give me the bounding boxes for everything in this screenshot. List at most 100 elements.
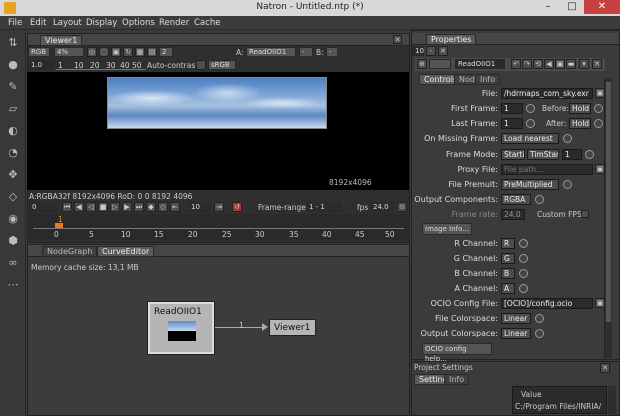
animation-icon[interactable] [526, 104, 535, 113]
image-nodes-icon[interactable]: ● [6, 58, 20, 72]
colorspace-select[interactable]: sRGB [208, 60, 236, 70]
proxy-icon[interactable]: ▤ [147, 47, 157, 57]
project-scrollbar[interactable] [608, 386, 616, 414]
menu-options[interactable]: Options [122, 18, 155, 28]
pane-close-icon[interactable]: ✕ [393, 35, 402, 44]
gain-slider[interactable]: 1 10 20 30 40 50 [56, 61, 146, 70]
auto-contrast-checkbox[interactable] [196, 60, 206, 70]
g-channel-select[interactable]: G [501, 253, 515, 264]
channel-nodes-icon[interactable]: ◐ [6, 124, 20, 138]
input-b-select[interactable]: - [326, 47, 338, 57]
animation-icon[interactable] [594, 104, 603, 113]
input-a-select[interactable]: ReadOIIO1 [246, 47, 296, 57]
file-field[interactable]: /hdrmaps_com_sky.exr [501, 88, 593, 99]
channels-select[interactable]: RGB [28, 47, 50, 57]
custom-fps-checkbox[interactable] [581, 210, 589, 218]
center-node-icon[interactable]: ⊕ [417, 59, 427, 69]
menu-cache[interactable]: Cache [194, 18, 220, 28]
components-select[interactable]: RGBA [501, 194, 531, 205]
frame-increment-field[interactable]: 10 [188, 202, 210, 212]
time-offset-select[interactable]: TimStarting [527, 149, 559, 160]
hide-icon[interactable]: ▬ [566, 59, 576, 69]
next-keyframe-icon[interactable]: ◇ [158, 202, 168, 212]
first-frame-icon[interactable]: ⏮ [62, 202, 72, 212]
fps-field[interactable]: 24.0 [370, 202, 394, 212]
stop-icon[interactable]: ■ [98, 202, 108, 212]
redo-icon[interactable]: ↷ [522, 59, 532, 69]
panel-close-icon[interactable]: ✕ [592, 59, 602, 69]
animation-icon[interactable] [526, 119, 535, 128]
minimize-all-icon[interactable]: - [426, 46, 436, 56]
before-select[interactable]: Hold [569, 103, 591, 114]
read-node[interactable]: ReadOIIO1 [147, 301, 215, 355]
browse-file-icon[interactable]: ▣ [595, 88, 605, 98]
prev-keyframe-icon[interactable]: ◆ [146, 202, 156, 212]
premult-select[interactable]: PreMultiplied [501, 179, 559, 190]
current-frame-field[interactable]: 0 [29, 202, 57, 212]
tab-nodegraph[interactable]: NodeGraph [42, 246, 98, 257]
animation-icon[interactable] [519, 254, 528, 263]
color-nodes-icon[interactable]: ◔ [6, 146, 20, 160]
after-select[interactable]: Hold [569, 118, 591, 129]
frame-mode-select[interactable]: Starting [501, 149, 525, 160]
animation-icon[interactable] [535, 329, 544, 338]
animation-icon[interactable] [519, 284, 528, 293]
draw-nodes-icon[interactable]: ✎ [6, 80, 20, 94]
frame-rate-field[interactable]: 24.0 [501, 209, 525, 220]
close-button[interactable]: ✕ [584, 0, 620, 14]
time-nodes-icon[interactable]: ▱ [6, 102, 20, 116]
gain-field[interactable]: 1.0 [28, 60, 54, 70]
missing-frame-select[interactable]: Load nearest [501, 133, 559, 144]
prev-frame-icon[interactable]: ◁ [86, 202, 96, 212]
play-forward-icon[interactable]: ▶ [122, 202, 132, 212]
image-info-button[interactable]: Image Info... [422, 223, 472, 235]
b-channel-select[interactable]: B [501, 268, 515, 279]
menu-edit[interactable]: Edit [30, 18, 46, 28]
animation-icon[interactable] [519, 269, 528, 278]
node-name-field[interactable]: ReadOIIO1 [455, 59, 505, 69]
r-channel-select[interactable]: R [501, 238, 515, 249]
panel-menu-icon[interactable]: ▾ [579, 59, 589, 69]
scrollbar-thumb[interactable] [606, 82, 611, 322]
filter-nodes-icon[interactable]: ◉ [6, 212, 20, 226]
animation-icon[interactable] [563, 134, 572, 143]
tab-viewer1[interactable]: Viewer1 [40, 35, 83, 46]
tab-info[interactable]: Info [475, 74, 501, 85]
tab-properties[interactable]: Properties [426, 34, 477, 45]
transform-nodes-icon[interactable]: ✥ [6, 168, 20, 182]
loop-mode-icon[interactable]: ↺ [232, 202, 242, 212]
output-colorspace-select[interactable]: Linear [501, 328, 531, 339]
menu-file[interactable]: File [8, 18, 22, 28]
menu-display[interactable]: Display [86, 18, 117, 28]
menu-layout[interactable]: Layout [53, 18, 82, 28]
close-all-icon[interactable]: ✕ [438, 46, 448, 56]
restore-defaults-icon[interactable]: ⟲ [533, 59, 543, 69]
fps-lock-icon[interactable]: ⊙ [397, 202, 407, 212]
project-close-icon[interactable]: ✕ [600, 363, 610, 373]
auto-turbo-icon[interactable]: ⇅ [6, 36, 20, 50]
animation-icon[interactable] [563, 180, 572, 189]
play-backward-icon[interactable]: ◀ [74, 202, 84, 212]
last-frame-field[interactable]: 1 [501, 118, 523, 129]
more-nodes-icon[interactable]: ⋯ [6, 278, 20, 292]
proxy-file-field[interactable]: File path... [501, 164, 593, 175]
next-increment-icon[interactable]: ⇥ [214, 202, 224, 212]
animation-icon[interactable] [585, 150, 594, 159]
refresh-icon[interactable]: ↻ [123, 47, 133, 57]
keyer-nodes-icon[interactable]: ◇ [6, 190, 20, 204]
undo-icon[interactable]: ↶ [511, 59, 521, 69]
viewer-node[interactable]: Viewer1 [269, 319, 316, 336]
node-color-button[interactable] [429, 59, 451, 69]
last-frame-icon[interactable]: ⏭ [134, 202, 144, 212]
proxy-level-select[interactable]: 2 [159, 47, 173, 57]
next-frame-icon[interactable]: ▷ [110, 202, 120, 212]
first-frame-field[interactable]: 1 [501, 103, 523, 114]
pin-icon[interactable]: ◀ [544, 59, 554, 69]
browse-ocio-icon[interactable]: ▣ [595, 298, 605, 308]
merge-nodes-icon[interactable]: ⬢ [6, 234, 20, 248]
frame-range-field[interactable]: 1 - 1 [306, 202, 342, 212]
minimize-button[interactable]: – [536, 0, 560, 14]
ocio-config-field[interactable]: [OCIO]/config.ocio [501, 298, 593, 309]
overlay-icon[interactable]: ◌ [99, 47, 109, 57]
browse-proxy-icon[interactable]: ▣ [595, 164, 605, 174]
